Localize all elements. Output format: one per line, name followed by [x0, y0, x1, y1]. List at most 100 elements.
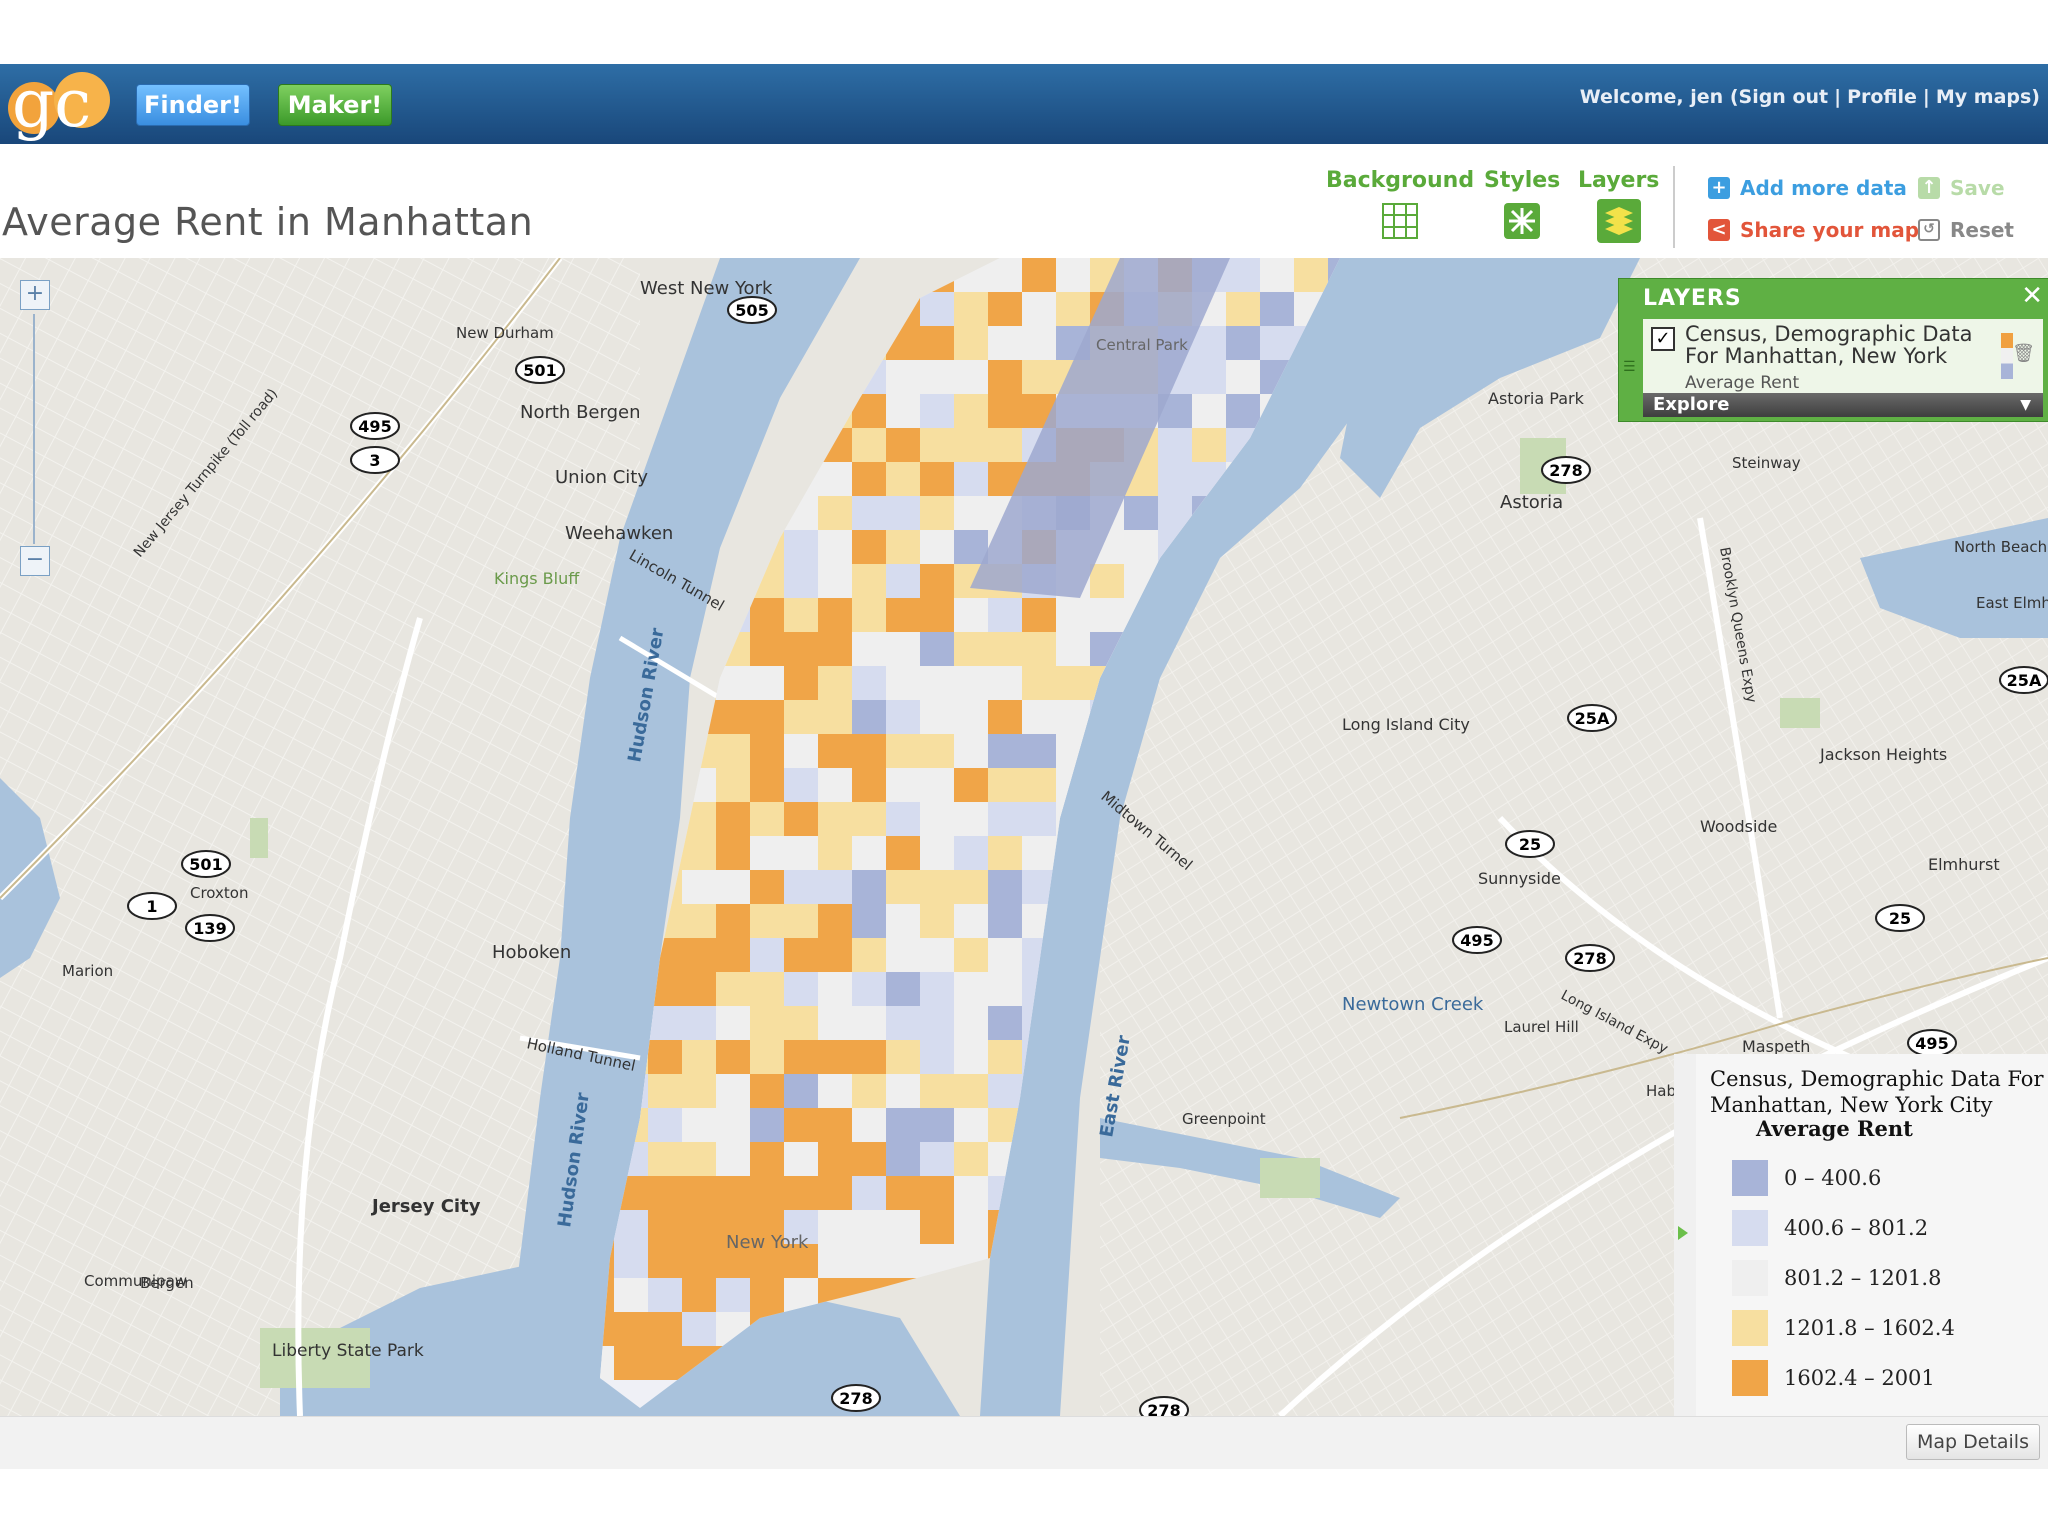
trash-icon[interactable]: 🗑 [2012, 343, 2035, 364]
drag-handle-icon[interactable]: ☰ [1623, 359, 1637, 379]
choropleth-tile [920, 700, 954, 734]
choropleth-tile [784, 972, 818, 1006]
choropleth-tile [1056, 700, 1090, 734]
choropleth-tile [920, 972, 954, 1006]
choropleth-tile [988, 802, 1022, 836]
choropleth-tile [988, 904, 1022, 938]
choropleth-tile [920, 1176, 954, 1210]
choropleth-tile [852, 428, 886, 462]
my-maps-link[interactable]: My maps) [1936, 86, 2040, 108]
choropleth-tile [988, 1074, 1022, 1108]
choropleth-tile [988, 632, 1022, 666]
choropleth-tile [920, 938, 954, 972]
choropleth-tile [818, 1108, 852, 1142]
map-label: Astoria Park [1488, 389, 1585, 408]
choropleth-tile [954, 700, 988, 734]
choropleth-tile [954, 802, 988, 836]
choropleth-tile [852, 904, 886, 938]
choropleth-tile [920, 1108, 954, 1142]
legend-toggle-icon[interactable] [1678, 1226, 1688, 1240]
choropleth-tile [682, 1006, 716, 1040]
choropleth-tile [818, 802, 852, 836]
choropleth-tile [852, 802, 886, 836]
route-shield: 278 [831, 1384, 881, 1412]
choropleth-tile [886, 870, 920, 904]
zoom-control: + − [20, 280, 52, 580]
choropleth-tile [648, 1176, 682, 1210]
choropleth-tile [1022, 632, 1056, 666]
choropleth-tile [818, 598, 852, 632]
route-shield: 25 [1875, 904, 1925, 932]
add-more-data-button[interactable]: + Add more data [1708, 176, 1907, 200]
explore-dropdown[interactable]: Explore ▼ [1643, 393, 2043, 417]
background-tool[interactable]: Background [1326, 168, 1474, 245]
choropleth-tile [682, 1210, 716, 1244]
asterisk-icon [1504, 203, 1541, 239]
map-details-button[interactable]: Map Details [1905, 1424, 2040, 1460]
choropleth-tile [818, 496, 852, 530]
choropleth-tile [886, 1108, 920, 1142]
route-shield-label: 278 [839, 1389, 872, 1408]
choropleth-tile [716, 768, 750, 802]
choropleth-tile [682, 1312, 716, 1346]
choropleth-tile [750, 938, 784, 972]
zoom-track[interactable] [33, 314, 35, 544]
sign-out-link[interactable]: (Sign out [1730, 86, 1828, 108]
choropleth-tile [1226, 258, 1260, 292]
close-icon[interactable]: ✕ [2021, 281, 2043, 311]
choropleth-tile [818, 530, 852, 564]
choropleth-tile [682, 1176, 716, 1210]
share-map-button[interactable]: < Share your map [1708, 218, 1919, 242]
choropleth-tile [852, 1074, 886, 1108]
route-shield-label: 1 [146, 897, 157, 916]
save-button[interactable]: ↑ Save [1918, 176, 2005, 200]
choropleth-tile [716, 1142, 750, 1176]
layer-visibility-checkbox[interactable]: ✓ [1651, 327, 1675, 351]
route-shield: 1 [127, 892, 177, 920]
choropleth-tile [954, 734, 988, 768]
map-label: Kings Bluff [494, 569, 580, 588]
route-shield-label: 501 [523, 361, 556, 380]
profile-link[interactable]: Profile [1847, 86, 1917, 108]
choropleth-tile [648, 1278, 682, 1312]
choropleth-tile [886, 1244, 920, 1278]
choropleth-tile [886, 564, 920, 598]
finder-button[interactable]: Finder! [136, 84, 250, 126]
choropleth-tile [886, 428, 920, 462]
choropleth-tile [750, 1074, 784, 1108]
layers-icon [1596, 199, 1641, 243]
choropleth-tile [784, 632, 818, 666]
choropleth-tile [750, 972, 784, 1006]
choropleth-tile [750, 666, 784, 700]
styles-tool[interactable]: Styles [1484, 168, 1560, 245]
map-label: Astoria [1500, 492, 1563, 513]
choropleth-tile [954, 1040, 988, 1074]
explore-label: Explore [1653, 394, 1730, 415]
choropleth-tile [954, 870, 988, 904]
map-label: North Bergen [520, 402, 640, 423]
layers-tool[interactable]: Layers [1578, 168, 1659, 249]
route-shield: 278 [1541, 456, 1591, 484]
gc-logo[interactable]: gc [2, 64, 110, 146]
choropleth-tile [784, 1176, 818, 1210]
choropleth-tile [988, 972, 1022, 1006]
choropleth-tile [818, 768, 852, 802]
choropleth-tile [1260, 326, 1294, 360]
zoom-in-button[interactable]: + [20, 280, 50, 310]
choropleth-tile [886, 938, 920, 972]
choropleth-tile [886, 734, 920, 768]
choropleth-tile [920, 734, 954, 768]
choropleth-tile [852, 666, 886, 700]
choropleth-tile [920, 292, 954, 326]
choropleth-tile [920, 836, 954, 870]
zoom-out-button[interactable]: − [20, 546, 50, 576]
choropleth-tile [852, 598, 886, 632]
choropleth-tile [988, 768, 1022, 802]
reset-button[interactable]: ↺ Reset [1918, 218, 2014, 242]
choropleth-tile [920, 326, 954, 360]
route-shield-label: 501 [189, 855, 222, 874]
maker-button[interactable]: Maker! [278, 84, 392, 126]
choropleth-tile [954, 598, 988, 632]
choropleth-tile [886, 1040, 920, 1074]
choropleth-tile [750, 1142, 784, 1176]
